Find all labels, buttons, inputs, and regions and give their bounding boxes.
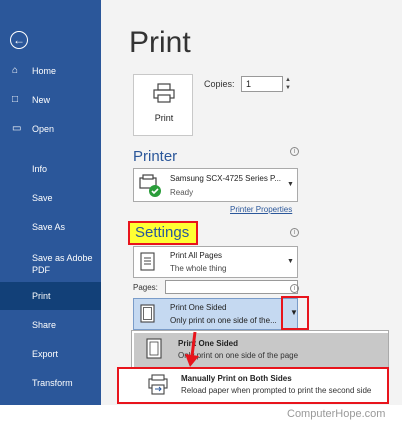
copies-label: Copies:	[204, 79, 235, 89]
watermark: ComputerHope.com	[287, 408, 386, 420]
new-document-icon: □	[12, 94, 19, 105]
info-icon[interactable]: i	[290, 228, 299, 237]
info-icon[interactable]: i	[290, 147, 299, 156]
sidebar-item-label: Save	[32, 193, 53, 203]
copies-input[interactable]: 1	[241, 76, 283, 92]
sidebar-item-open[interactable]: ▭ Open	[0, 115, 101, 143]
pages-input[interactable]	[165, 280, 298, 294]
print-range-subtitle: The whole thing	[170, 264, 227, 273]
open-folder-icon: ▭	[12, 123, 22, 134]
copies-spinner[interactable]: ▲ ▼	[284, 76, 292, 92]
sidebar-item-print[interactable]: Print	[0, 282, 101, 310]
sidebar-item-save[interactable]: Save	[0, 184, 101, 212]
sidebar-item-label: New	[32, 95, 51, 105]
option-highlight: Manually Print on Both Sides Reload pape…	[117, 367, 389, 404]
spinner-up-icon[interactable]: ▲	[284, 76, 292, 84]
sidebar-item-save-as[interactable]: Save As	[0, 213, 101, 241]
sided-dropdown-arrow[interactable]: ▼	[281, 296, 309, 330]
sidebar-item-label: Save As	[32, 222, 66, 232]
one-sided-icon	[146, 338, 162, 359]
option-title: Manually Print on Both Sides	[181, 374, 292, 383]
sided-title: Print One Sided	[170, 303, 227, 312]
sidebar-item-label: Open	[32, 124, 55, 134]
printer-icon	[153, 83, 175, 103]
sidebar-item-export[interactable]: Export	[0, 340, 101, 368]
option-manually-print-both-sides[interactable]: Manually Print on Both Sides Reload pape…	[121, 370, 387, 402]
sidebar-item-label: Save as Adobe PDF	[32, 253, 93, 275]
pages-label: Pages:	[133, 283, 158, 292]
home-icon: ⌂	[12, 65, 19, 76]
sidebar-item-info[interactable]: Info	[0, 155, 101, 183]
sidebar-item-label: Info	[32, 164, 48, 174]
printer-properties-link[interactable]: Printer Properties	[230, 205, 292, 214]
sided-subtitle: Only print on one side of the...	[170, 316, 277, 325]
sided-select[interactable]: Print One Sided Only print on one side o…	[133, 298, 298, 330]
printer-status: Ready	[170, 188, 194, 197]
sidebar-item-share[interactable]: Share	[0, 311, 101, 339]
option-subtitle: Reload paper when prompted to print the …	[181, 386, 372, 395]
sidebar-item-save-as-adobe-pdf[interactable]: Save as Adobe PDF	[0, 250, 100, 278]
print-range-select[interactable]: Print All Pages The whole thing ▼	[133, 246, 298, 278]
chevron-down-icon: ▼	[290, 308, 298, 317]
pages-icon	[140, 252, 155, 271]
sidebar-item-label: Export	[32, 349, 59, 359]
back-arrow-icon[interactable]: ←	[10, 31, 28, 49]
sidebar-item-new[interactable]: □ New	[0, 86, 101, 114]
option-print-one-sided[interactable]: Print One Sided Only print on one side o…	[134, 333, 388, 367]
printer-ready-icon	[139, 174, 161, 197]
page-title: Print	[129, 26, 191, 59]
sidebar-item-home[interactable]: ⌂ Home	[0, 57, 101, 85]
sidebar-item-transform[interactable]: Transform	[0, 369, 101, 397]
manual-duplex-icon	[148, 374, 168, 395]
chevron-down-icon: ▼	[287, 258, 294, 265]
settings-highlight: Settings	[128, 221, 198, 245]
sidebar-item-label: Home	[32, 66, 57, 76]
sidebar-item-label: Print	[32, 291, 51, 301]
settings-section-title: Settings	[135, 224, 190, 241]
print-button-label: Print	[154, 113, 174, 123]
print-button[interactable]: Print	[133, 74, 193, 136]
sidebar-item-label: Share	[32, 320, 57, 330]
print-range-title: Print All Pages	[170, 251, 223, 260]
printer-section-title: Printer	[133, 148, 178, 165]
one-sided-icon	[140, 304, 155, 323]
printer-select[interactable]: Samsung SCX-4725 Series P... Ready ▼	[133, 168, 298, 202]
backstage-sidebar: ← ⌂ Home □ New ▭ Open Info Save Save As …	[0, 0, 101, 405]
sidebar-item-label: Transform	[32, 378, 73, 388]
red-arrow-icon	[185, 331, 199, 367]
printer-name: Samsung SCX-4725 Series P...	[170, 174, 282, 183]
spinner-down-icon[interactable]: ▼	[284, 84, 292, 92]
info-icon[interactable]: i	[290, 284, 299, 293]
chevron-down-icon: ▼	[287, 181, 294, 188]
